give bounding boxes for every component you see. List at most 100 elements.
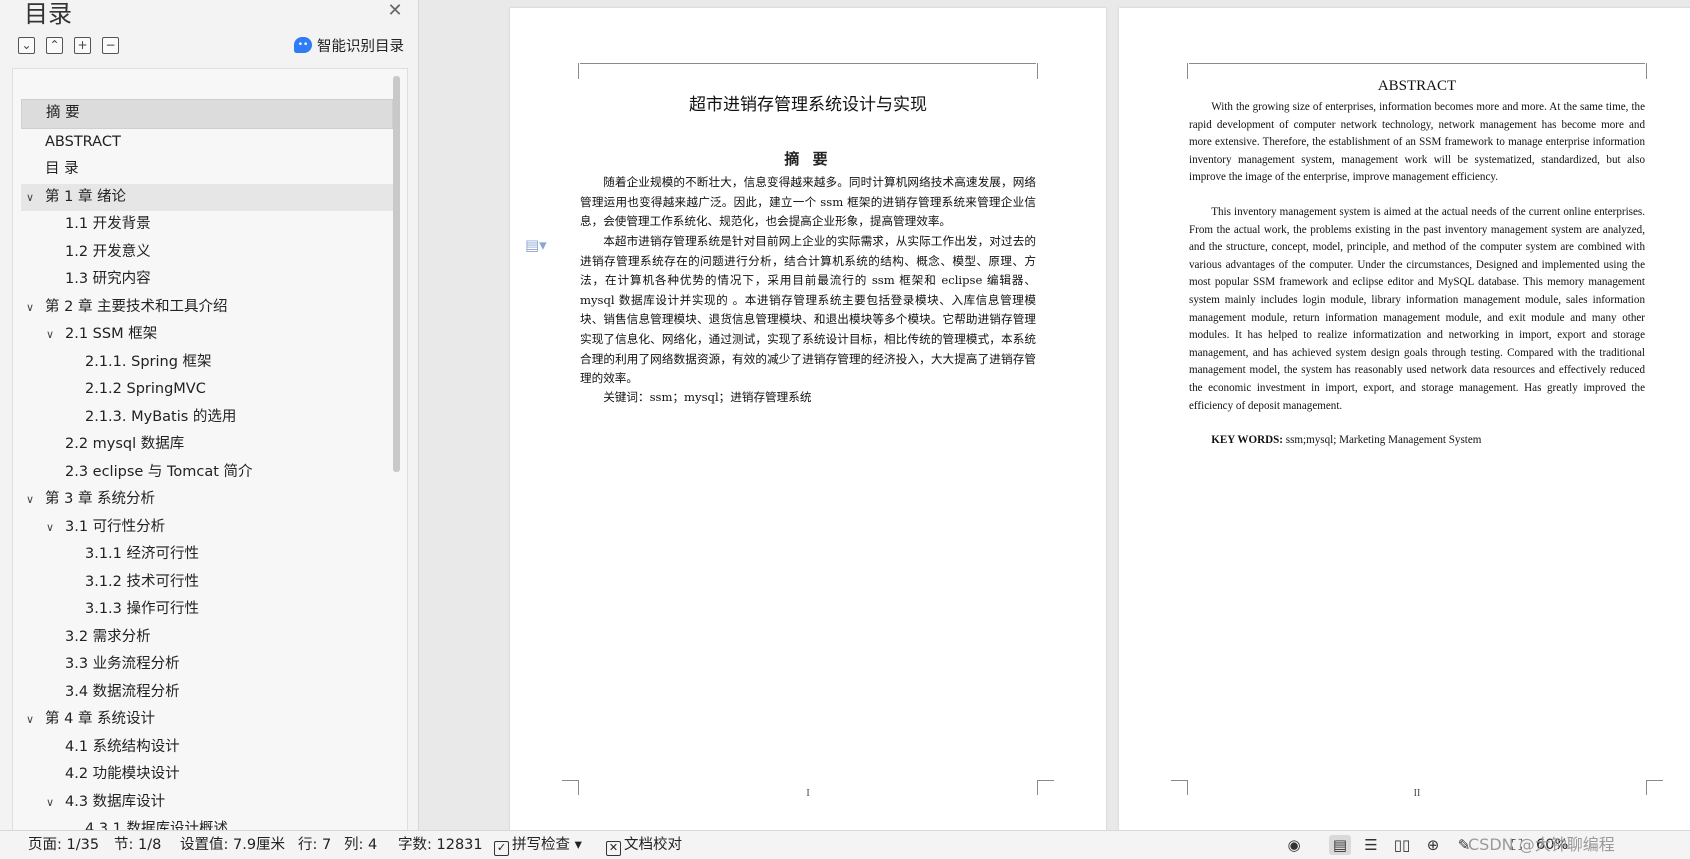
crop-mark [1171,63,1188,79]
crop-mark [1646,63,1663,79]
english-paragraph-2: This inventory management system is aime… [1189,206,1645,412]
toc-item[interactable]: 3.1.2 技术可行性 [21,569,393,597]
toc-item[interactable]: 3.3 业务流程分析 [21,651,393,679]
proofread-icon: ✕ [606,841,621,856]
document-page-1[interactable]: 超市进销存管理系统设计与实现 摘 要 随着企业规模的不断壮大，信息变得越来越多。… [510,8,1106,830]
toc-sidebar: 目录 ✕ ⌄ ⌃ + − •• 智能识别目录 摘 要 ABSTRACT 目 录 ∨ 第 … [0,0,419,832]
toc-item-label: 2.1.1. Spring 框架 [85,353,212,370]
page-view-icon[interactable]: ▤ [1329,835,1351,855]
smart-toc-button[interactable]: •• 智能识别目录 [294,34,404,56]
collapse-all-icon[interactable]: ⌄ [18,37,35,54]
toc-item-label: 3.3 业务流程分析 [65,656,180,672]
remove-heading-icon[interactable]: − [102,37,119,54]
chevron-down-icon[interactable]: ∨ [26,486,34,514]
toc-item-label: 2.3 eclipse 与 Tomcat 简介 [65,463,253,480]
toc-item[interactable]: ∨ 第 3 章 系统分析 [21,486,393,514]
add-heading-icon[interactable]: + [74,37,91,54]
column-indicator: 列: 4 [344,837,378,853]
page-number: II [1413,788,1421,799]
proofread-button[interactable]: ✕ 文档校对 [606,831,682,859]
abstract-paragraph-2: 本超市进销存管理系统是针对目前网上企业的实际需求，从实际工作出发，对过去的进销存… [580,234,1036,386]
page-indicator[interactable]: 页面: 1/35 [28,831,99,859]
toc-title: 目录 [24,0,72,28]
toc-item[interactable]: 摘 要 [21,99,393,129]
english-paragraph-1: With the growing size of enterprises, in… [1189,101,1645,184]
toc-item-label: 1.1 开发背景 [65,216,151,232]
toc-item-label: 4.1 系统结构设计 [65,738,180,755]
toc-item[interactable]: 目 录 [21,156,393,184]
keywords-label: KEY WORDS: [1211,434,1283,446]
outline-view-icon[interactable]: ☰ [1360,835,1382,855]
toc-item[interactable]: ∨ 第 1 章 绪论 [21,183,393,212]
toc-item-label: 3.4 数据流程分析 [65,683,180,700]
expand-up-icon[interactable]: ⌃ [46,37,63,54]
toc-item[interactable]: 2.1.1. Spring 框架 [21,349,393,377]
toc-item-label: 第 4 章 系统设计 [45,711,156,727]
chevron-down-icon[interactable]: ∨ [26,184,34,212]
toc-item[interactable]: 2.1.3. MyBatis 的选用 [21,404,393,432]
watermark: CSDN @大钟聊编程 [1468,835,1615,854]
toc-item[interactable]: 1.2 开发意义 [21,239,393,267]
toc-item-label: 2.1.2 SpringMVC [85,381,206,397]
chevron-down-icon[interactable]: ∨ [46,321,54,349]
chevron-down-icon[interactable]: ∨ [26,706,34,734]
eye-protect-icon[interactable]: ◉ [1283,835,1305,855]
section-indicator: 节: 1/8 [114,837,162,853]
toc-item-label: 2.1.3. MyBatis 的选用 [85,408,237,425]
toc-item[interactable]: ∨ 第 4 章 系统设计 [21,706,393,734]
document-page-2[interactable]: ABSTRACT With the growing size of enterp… [1119,8,1690,830]
toc-item[interactable]: 3.4 数据流程分析 [21,679,393,707]
document-title: 超市进销存管理系统设计与实现 [689,95,927,115]
toc-item[interactable]: 1.1 开发背景 [21,211,393,239]
toc-item[interactable]: 3.1.3 操作可行性 [21,596,393,624]
toc-item[interactable]: 3.2 需求分析 [21,624,393,652]
toc-item-label: 3.1 可行性分析 [65,518,166,535]
toc-item[interactable]: ∨ 2.1 SSM 框架 [21,321,393,349]
reading-view-icon[interactable]: ▯▯ [1391,835,1413,855]
row-indicator: 行: 7 [298,837,332,853]
toc-item[interactable]: 2.3 eclipse 与 Tomcat 简介 [21,459,393,487]
toc-item[interactable]: 1.3 研究内容 [21,266,393,294]
document-note-icon[interactable]: ▤▾ [525,236,547,256]
toc-item-label: 3.2 需求分析 [65,628,151,645]
toc-item[interactable]: ∨ 4.3 数据库设计 [21,789,393,817]
toc-item[interactable]: 3.1.1 经济可行性 [21,541,393,569]
spell-check-label: 拼写检查 [512,837,570,853]
toc-item[interactable]: ∨ 第 2 章 主要技术和工具介绍 [21,294,393,322]
toc-scrollbar[interactable] [393,76,400,472]
toc-tree: 摘 要 ABSTRACT 目 录 ∨ 第 1 章 绪论 1.1 开发背景 1.2 开发意义 1… [12,68,408,832]
english-abstract-heading: ABSTRACT [1377,78,1457,94]
page-number: I [806,788,810,799]
word-count[interactable]: 字数: 12831 [398,831,483,859]
toc-item-label: 4.3 数据库设计 [65,793,166,810]
spell-check-button[interactable]: ✓ 拼写检查 ▾ [494,831,582,859]
toc-item[interactable]: 2.2 mysql 数据库 [21,431,393,459]
web-view-icon[interactable]: ⊕ [1422,835,1444,855]
keywords-text: ssm;mysql; Marketing Management System [1283,434,1482,446]
status-bar: 页面: 1/35 节: 1/8 设置值: 7.9厘米 行: 7 列: 4 字数:… [0,830,1690,859]
toc-item-label: ABSTRACT [45,133,121,150]
toc-item-label: 3.1.1 经济可行性 [85,546,200,562]
toc-item[interactable]: 4.1 系统结构设计 [21,734,393,762]
toc-item-label: 第 1 章 绪论 [45,188,127,205]
chevron-down-icon[interactable]: ∨ [46,514,54,542]
toc-item-label: 2.2 mysql 数据库 [65,436,185,452]
chevron-down-icon[interactable]: ∨ [46,789,54,817]
toc-item[interactable]: ∨ 3.1 可行性分析 [21,514,393,542]
toc-item[interactable]: ABSTRACT [21,129,393,157]
toc-item[interactable]: 2.1.2 SpringMVC [21,376,393,404]
crop-mark [562,63,579,79]
proofread-label: 文档校对 [624,837,682,853]
keywords: 关键词：ssm；mysql；进销存管理系统 [603,390,812,404]
close-icon[interactable]: ✕ [386,2,404,20]
toc-item-label: 1.3 研究内容 [65,271,151,287]
chevron-down-icon[interactable]: ∨ [26,294,34,322]
toc-item-label: 3.1.2 技术可行性 [85,573,200,590]
toc-item[interactable]: 4.2 功能模块设计 [21,761,393,789]
toc-item-label: 3.1.3 操作可行性 [85,601,200,617]
header-rule [580,63,1036,64]
toc-item-label: 第 2 章 主要技术和工具介绍 [45,298,228,315]
toc-item-label: 摘 要 [46,105,80,121]
header-rule [1189,63,1645,64]
toc-item-label: 4.2 功能模块设计 [65,766,180,782]
